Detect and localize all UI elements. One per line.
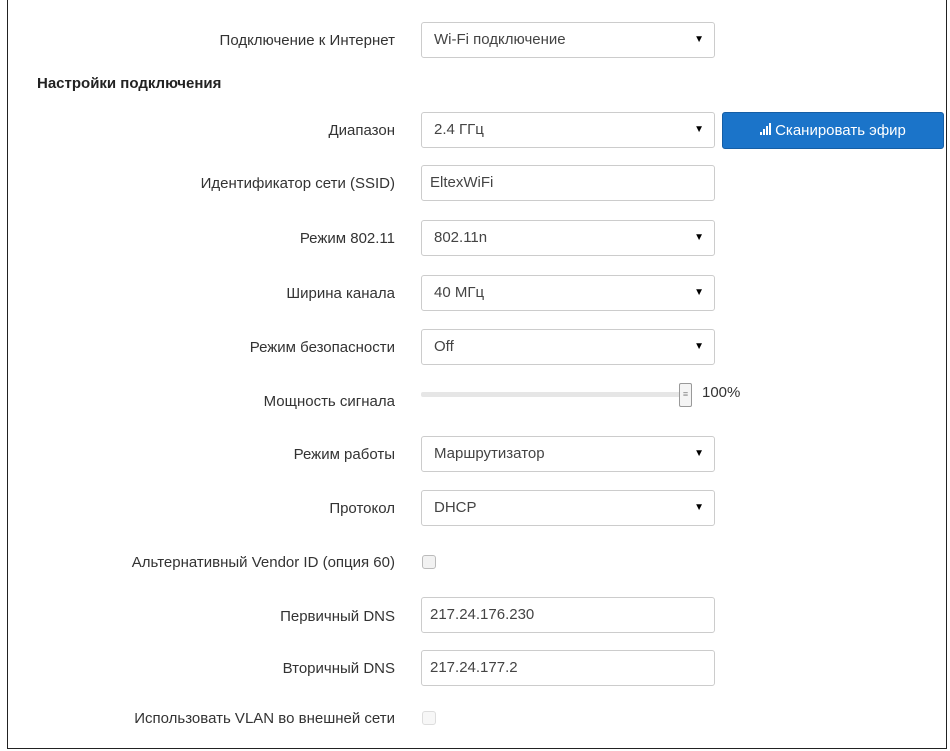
primary-dns-value: 217.24.176.230 (430, 606, 535, 623)
operation-mode-value: Маршрутизатор (434, 445, 545, 462)
security-mode-label: Режим безопасности (249, 339, 395, 356)
signal-bars-icon (760, 113, 772, 148)
chevron-down-icon: ▼ (694, 34, 704, 45)
mode-80211-select[interactable]: 802.11n ▼ (421, 220, 715, 256)
signal-power-slider-track[interactable] (421, 392, 683, 397)
chevron-down-icon: ▼ (694, 287, 704, 298)
signal-power-value: 100% (702, 384, 741, 401)
ssid-label: Идентификатор сети (SSID) (200, 175, 395, 192)
vendor-id-label: Альтернативный Vendor ID (опция 60) (131, 554, 395, 571)
scan-air-button[interactable]: Сканировать эфир (722, 112, 944, 149)
channel-width-value: 40 МГц (434, 284, 485, 301)
operation-mode-select[interactable]: Маршрутизатор ▼ (421, 436, 715, 472)
security-mode-select[interactable]: Off ▼ (421, 329, 715, 365)
protocol-select[interactable]: DHCP ▼ (421, 490, 715, 526)
internet-connection-value: Wi-Fi подключение (434, 31, 566, 48)
operation-mode-label: Режим работы (293, 446, 395, 463)
mode-80211-value: 802.11n (434, 229, 488, 246)
protocol-label: Протокол (329, 500, 395, 517)
ssid-value: EltexWiFi (430, 174, 494, 191)
primary-dns-label: Первичный DNS (280, 608, 395, 625)
band-label: Диапазон (328, 122, 395, 139)
use-vlan-label: Использовать VLAN во внешней сети (134, 710, 395, 727)
chevron-down-icon: ▼ (694, 124, 704, 135)
internet-connection-label: Подключение к Интернет (219, 32, 395, 49)
signal-power-slider-handle[interactable]: ≡ (679, 383, 692, 407)
secondary-dns-value: 217.24.177.2 (430, 659, 518, 676)
primary-dns-input[interactable]: 217.24.176.230 (421, 597, 715, 633)
protocol-value: DHCP (434, 499, 477, 516)
chevron-down-icon: ▼ (694, 341, 704, 352)
signal-power-label: Мощность сигнала (263, 393, 395, 410)
mode-80211-label: Режим 802.11 (299, 230, 395, 247)
vendor-id-checkbox[interactable] (422, 555, 436, 569)
internet-connection-select[interactable]: Wi-Fi подключение ▼ (421, 22, 715, 58)
band-select[interactable]: 2.4 ГГц ▼ (421, 112, 715, 148)
channel-width-select[interactable]: 40 МГц ▼ (421, 275, 715, 311)
chevron-down-icon: ▼ (694, 232, 704, 243)
scan-air-label: Сканировать эфир (775, 122, 906, 139)
use-vlan-checkbox[interactable] (422, 711, 436, 725)
chevron-down-icon: ▼ (694, 502, 704, 513)
security-mode-value: Off (434, 338, 454, 355)
section-title: Настройки подключения (37, 75, 222, 92)
ssid-input[interactable]: EltexWiFi (421, 165, 715, 201)
channel-width-label: Ширина канала (286, 285, 395, 302)
secondary-dns-label: Вторичный DNS (282, 660, 395, 677)
chevron-down-icon: ▼ (694, 448, 704, 459)
band-value: 2.4 ГГц (434, 121, 484, 138)
secondary-dns-input[interactable]: 217.24.177.2 (421, 650, 715, 686)
